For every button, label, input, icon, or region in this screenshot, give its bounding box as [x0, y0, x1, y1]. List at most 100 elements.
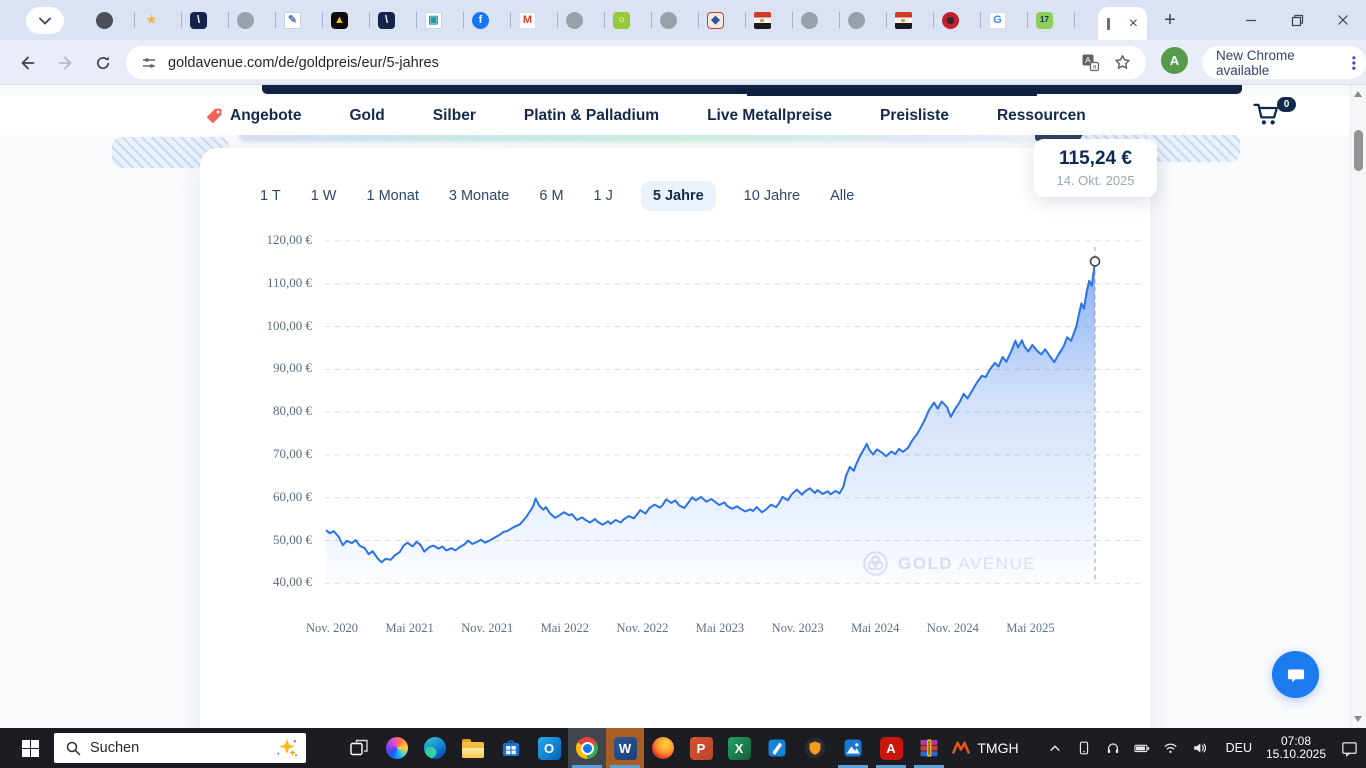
range-button-1-t[interactable]: 1 T	[258, 181, 283, 211]
tab-globe[interactable]	[652, 0, 699, 40]
range-button-6-m[interactable]: 6 M	[537, 181, 565, 211]
new-tab-button[interactable]: +	[1156, 6, 1184, 34]
range-button-1-j[interactable]: 1 J	[592, 181, 615, 211]
range-button-10-jahre[interactable]: 10 Jahre	[742, 181, 802, 211]
scrollbar-thumb[interactable]	[1354, 130, 1363, 171]
nav-item-gold[interactable]: Gold	[349, 107, 384, 125]
edge-icon	[424, 737, 446, 759]
tab-facebook[interactable]: f	[464, 0, 511, 40]
nav-item-silber[interactable]: Silber	[433, 107, 476, 125]
tab-navy-slash-favicon: \	[378, 12, 395, 29]
taskbar-app-excel[interactable]: X	[720, 728, 758, 768]
keyboard-language[interactable]: DEU	[1226, 741, 1252, 755]
taskbar-app-file-explorer[interactable]	[454, 728, 492, 768]
tab-stamp[interactable]: ◆	[699, 0, 746, 40]
taskbar-app-security[interactable]	[796, 728, 834, 768]
tab-google[interactable]: G	[981, 0, 1028, 40]
taskbar-app-firefox[interactable]	[644, 728, 682, 768]
tab-gmail-favicon: M	[519, 12, 536, 29]
chat-bubble-icon	[1285, 664, 1307, 686]
taskbar-app-outlook[interactable]: O	[530, 728, 568, 768]
nav-item-angebote[interactable]: Angebote	[205, 107, 301, 125]
menu-dots-icon[interactable]	[1352, 55, 1356, 71]
tray-app-tmgh[interactable]: TMGH	[951, 740, 1018, 756]
tab-lime-dot[interactable]: ○	[605, 0, 652, 40]
taskbar-app-copilot[interactable]	[378, 728, 416, 768]
taskbar-app-store[interactable]	[492, 728, 530, 768]
tab-notes[interactable]: ✎	[276, 0, 323, 40]
reload-button[interactable]	[92, 52, 114, 74]
taskbar-app-photos[interactable]	[834, 728, 872, 768]
active-tab[interactable]: ×	[1098, 7, 1147, 40]
range-button-1-monat[interactable]: 1 Monat	[364, 181, 420, 211]
tab-17track[interactable]: 17	[1028, 0, 1075, 40]
tab-globe[interactable]	[840, 0, 887, 40]
window-close-button[interactable]	[1320, 0, 1366, 40]
tray-wifi-icon[interactable]	[1162, 739, 1180, 757]
scrollbar-down-arrow[interactable]	[1354, 716, 1362, 722]
tab-facebook-favicon: f	[472, 12, 489, 29]
address-bar[interactable]: goldavenue.com/de/goldpreis/eur/5-jahres…	[126, 46, 1146, 79]
tab-roundel[interactable]	[934, 0, 981, 40]
forward-button[interactable]	[54, 52, 76, 74]
cart-button[interactable]: 0	[1252, 99, 1296, 135]
back-button[interactable]	[16, 52, 38, 74]
taskbar-app-edge[interactable]	[416, 728, 454, 768]
x-axis-tick: Nov. 2021	[445, 621, 529, 636]
tray-battery-icon[interactable]	[1133, 739, 1151, 757]
tab-globe-favicon	[848, 12, 865, 29]
tray-phone-icon[interactable]	[1075, 739, 1093, 757]
bookmark-star-icon[interactable]	[1113, 53, 1132, 77]
tray-chevron-up-icon[interactable]	[1046, 739, 1064, 757]
taskbar-app-acrobat[interactable]: A	[872, 728, 910, 768]
y-axis-tick: 90,00 €	[240, 360, 312, 376]
taskbar-clock[interactable]: 07:08 15.10.2025	[1263, 735, 1329, 761]
nav-item-platin-palladium[interactable]: Platin & Palladium	[524, 107, 659, 125]
chat-widget-button[interactable]	[1272, 651, 1319, 698]
window-minimize-button[interactable]	[1228, 0, 1274, 40]
tab-windows-teal[interactable]: ▣	[417, 0, 464, 40]
tab-navy-slash[interactable]: \	[182, 0, 229, 40]
taskbar-search[interactable]: Suchen	[54, 733, 306, 763]
y-axis-tick: 40,00 €	[240, 574, 312, 590]
range-button-5-jahre[interactable]: 5 Jahre	[641, 181, 716, 211]
tab-search-button[interactable]	[26, 7, 64, 34]
scrollbar[interactable]	[1350, 85, 1366, 728]
taskbar-app-word[interactable]: W	[606, 728, 644, 768]
profile-avatar[interactable]: A	[1161, 47, 1188, 74]
translate-icon[interactable]: Aa	[1081, 53, 1100, 77]
tab-delta-dark[interactable]: ▲	[323, 0, 370, 40]
tab-globe[interactable]	[229, 0, 276, 40]
tab-navy-slash[interactable]: \	[370, 0, 417, 40]
nav-item-ressourcen[interactable]: Ressourcen	[997, 107, 1086, 125]
tab-dark-globe[interactable]	[88, 0, 135, 40]
range-button-3-monate[interactable]: 3 Monate	[447, 181, 511, 211]
start-button[interactable]	[10, 728, 50, 768]
copilot-sparkle-icon	[276, 738, 298, 758]
taskbar-app-powerpoint[interactable]: P	[682, 728, 720, 768]
chrome-update-button[interactable]: New Chrome available	[1202, 46, 1366, 79]
tab-globe[interactable]	[558, 0, 605, 40]
tab-sparkle[interactable]: ★	[135, 0, 182, 40]
scrollbar-up-arrow[interactable]	[1354, 91, 1362, 97]
tab-egypt-flag[interactable]	[746, 0, 793, 40]
taskbar-app-snipping-tool[interactable]	[758, 728, 796, 768]
tray-volume-icon[interactable]	[1191, 739, 1209, 757]
range-button-1-w[interactable]: 1 W	[309, 181, 339, 211]
taskbar-app-winrar[interactable]	[910, 728, 948, 768]
nav-item-live-metallpreise[interactable]: Live Metallpreise	[707, 107, 832, 125]
tab-close-icon[interactable]: ×	[1129, 16, 1138, 32]
action-center-button[interactable]	[1340, 739, 1358, 757]
tab-gmail[interactable]: M	[511, 0, 558, 40]
taskbar-app-chrome[interactable]	[568, 728, 606, 768]
nav-item-preisliste[interactable]: Preisliste	[880, 107, 949, 125]
x-axis-tick: Mai 2022	[523, 621, 607, 636]
tab-egypt-flag[interactable]	[887, 0, 934, 40]
tab-globe[interactable]	[793, 0, 840, 40]
minimize-icon	[1245, 14, 1257, 26]
taskbar-app-task-view[interactable]	[340, 728, 378, 768]
site-info-icon[interactable]	[140, 54, 158, 72]
range-button-alle[interactable]: Alle	[828, 181, 856, 211]
window-restore-button[interactable]	[1274, 0, 1320, 40]
tray-headset-icon[interactable]	[1104, 739, 1122, 757]
